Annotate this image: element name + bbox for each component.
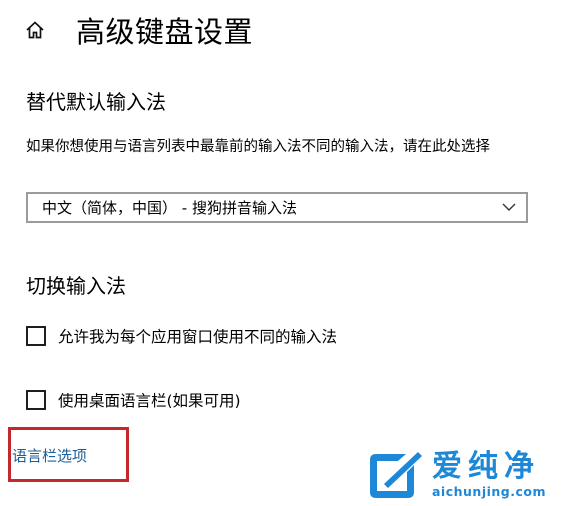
select-value: 中文（简体，中国） - 搜狗拼音输入法	[42, 199, 297, 217]
desktop-language-bar-checkbox[interactable]	[26, 390, 46, 410]
override-heading: 替代默认输入法	[26, 90, 166, 114]
desktop-language-bar-row: 使用桌面语言栏(如果可用)	[26, 388, 241, 412]
language-bar-options-link[interactable]: 语言栏选项	[12, 445, 87, 466]
per-app-input-row: 允许我为每个应用窗口使用不同的输入法	[26, 324, 337, 348]
default-input-method-select[interactable]: 中文（简体，中国） - 搜狗拼音输入法	[26, 192, 528, 223]
desktop-language-bar-label[interactable]: 使用桌面语言栏(如果可用)	[58, 389, 241, 411]
override-description: 如果你想使用与语言列表中最靠前的输入法不同的输入法，请在此处选择	[26, 139, 490, 155]
page-title: 高级键盘设置	[76, 15, 254, 49]
home-icon[interactable]	[24, 19, 46, 41]
page-header: 高级键盘设置	[24, 8, 253, 52]
watermark-name: 爱纯净	[432, 449, 540, 484]
watermark: 爱纯净 aichunjing.com	[366, 450, 546, 502]
chevron-down-icon	[502, 203, 516, 211]
aichunjing-logo-icon	[370, 452, 422, 498]
switching-heading: 切换输入法	[26, 274, 126, 298]
watermark-url: aichunjing.com	[432, 484, 547, 499]
per-app-input-checkbox[interactable]	[26, 326, 46, 346]
per-app-input-label[interactable]: 允许我为每个应用窗口使用不同的输入法	[58, 325, 337, 347]
